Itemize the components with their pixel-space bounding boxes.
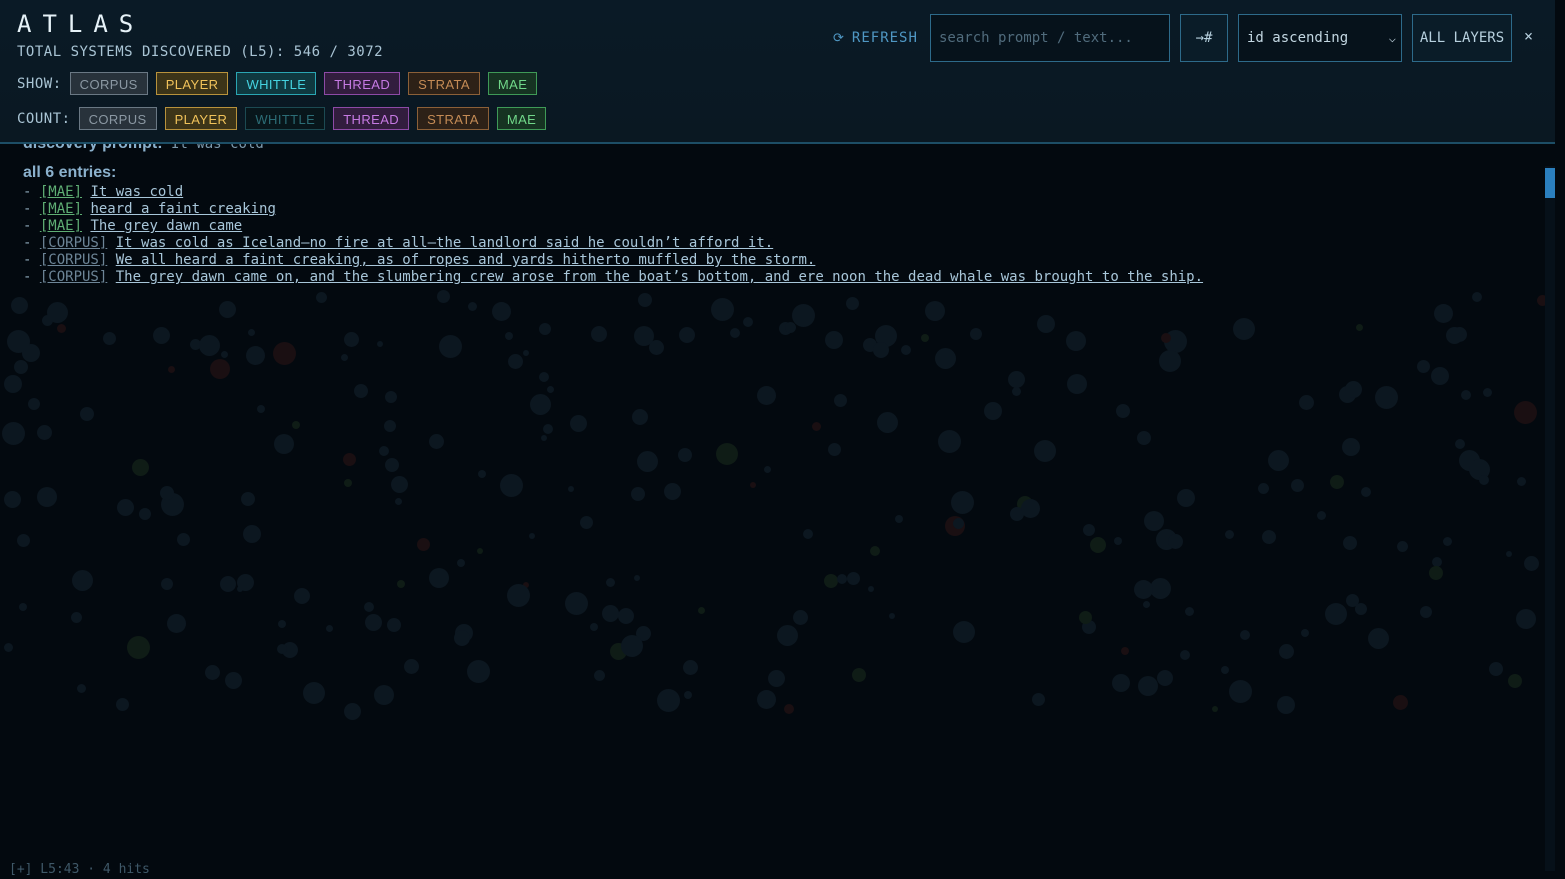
list-item[interactable]: - [MAE] heard a faint creaking [23,201,1203,218]
count-corpus-toggle[interactable]: CORPUS [78,107,157,130]
entry-tag[interactable]: [CORPUS] [40,235,107,251]
scrollbar-thumb[interactable] [1545,168,1555,198]
bullet: - [23,184,40,200]
show-strata-toggle[interactable]: STRATA [408,72,480,95]
bullet: - [23,252,40,268]
sort-value: id ascending [1247,30,1349,46]
entries-heading: all 6 entries: [23,164,117,181]
show-filter-row: SHOW: CORPUS PLAYER WHITTLE THREAD STRAT… [17,72,545,95]
list-item[interactable]: - [CORPUS] The grey dawn came on, and th… [23,269,1203,286]
chevron-down-icon: ⌵ [1388,31,1396,45]
entry-tag[interactable]: [CORPUS] [40,252,107,268]
list-item[interactable]: - [MAE] It was cold [23,184,1203,201]
entry-tag[interactable]: [MAE] [40,184,82,200]
show-mae-toggle[interactable]: MAE [487,72,538,95]
bullet: - [23,235,40,251]
count-whittle-toggle[interactable]: WHITTLE [245,107,326,130]
entry-tag[interactable]: [MAE] [40,218,82,234]
count-player-toggle[interactable]: PLAYER [164,107,238,130]
sort-select[interactable]: id ascending ⌵ [1238,14,1402,62]
entry-text[interactable]: It was cold [90,184,183,200]
count-mae-toggle[interactable]: MAE [496,107,547,130]
show-thread-toggle[interactable]: THREAD [324,72,401,95]
entry-text[interactable]: We all heard a faint creaking, as of rop… [116,252,816,268]
count-thread-toggle[interactable]: THREAD [333,107,410,130]
count-filter-row: COUNT: CORPUS PLAYER WHITTLE THREAD STRA… [17,107,554,130]
entry-text[interactable]: The grey dawn came [90,218,242,234]
count-strata-toggle[interactable]: STRATA [417,107,489,130]
discovery-prompt-value: It was cold [171,144,264,152]
status-text: [+] L5:43 · 4 hits [9,862,150,877]
discovery-prompt: discovery prompt: It was cold [23,144,264,152]
header-panel: ATLAS TOTAL SYSTEMS DISCOVERED (L5): 546… [0,0,1555,144]
refresh-label: REFRESH [851,30,918,46]
scrollbar[interactable] [1545,166,1555,871]
all-layers-button[interactable]: ALL LAYERS [1412,14,1512,62]
discovery-prompt-label: discovery prompt: [23,144,163,152]
systems-count: TOTAL SYSTEMS DISCOVERED (L5): 546 / 307… [17,44,384,60]
close-icon[interactable]: × [1524,27,1533,45]
detail-panel: discovery prompt: It was cold all 6 entr… [0,144,1545,879]
search-input[interactable] [930,14,1170,62]
entry-tag[interactable]: [MAE] [40,201,82,217]
app-title: ATLAS [17,10,145,38]
show-label: SHOW: [17,75,62,92]
entries-list: - [MAE] It was cold - [MAE] heard a fain… [23,184,1203,286]
entry-text[interactable]: The grey dawn came on, and the slumberin… [116,269,1203,285]
entry-text[interactable]: It was cold as Iceland—no fire at all—th… [116,235,773,251]
list-item[interactable]: - [CORPUS] It was cold as Iceland—no fir… [23,235,1203,252]
bullet: - [23,201,40,217]
show-corpus-toggle[interactable]: CORPUS [69,72,148,95]
count-label: COUNT: [17,110,71,127]
list-item[interactable]: - [CORPUS] We all heard a faint creaking… [23,252,1203,269]
list-item[interactable]: - [MAE] The grey dawn came [23,218,1203,235]
jump-to-id-button[interactable]: →# [1180,14,1228,62]
show-whittle-toggle[interactable]: WHITTLE [236,72,317,95]
bullet: - [23,218,40,234]
bullet: - [23,269,40,285]
refresh-button[interactable]: ⟳ REFRESH [833,30,918,46]
show-player-toggle[interactable]: PLAYER [155,72,229,95]
refresh-icon: ⟳ [833,30,845,46]
entry-text[interactable]: heard a faint creaking [90,201,275,217]
entry-tag[interactable]: [CORPUS] [40,269,107,285]
